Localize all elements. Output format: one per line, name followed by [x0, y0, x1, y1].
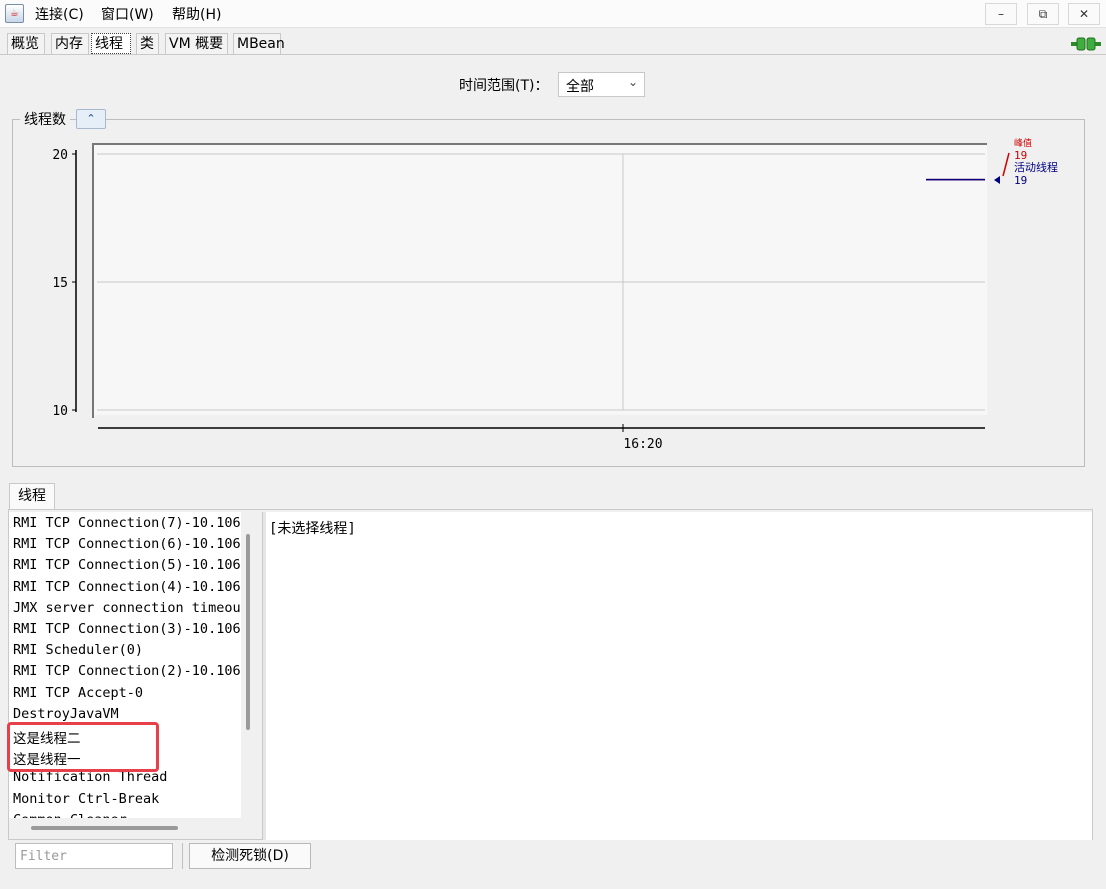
legend-live-pointer: [994, 176, 1000, 184]
thread-list[interactable]: RMI TCP Connection(7)-10.106. RMI TCP Con…: [9, 512, 241, 818]
legend-peak-pointer: [1002, 152, 1010, 177]
thread-list-item[interactable]: RMI TCP Connection(5)-10.106.: [13, 557, 241, 573]
toolbar-separator: [182, 843, 183, 869]
thread-list-item[interactable]: RMI TCP Accept-0: [13, 685, 143, 701]
threads-subtab[interactable]: 线程: [9, 483, 55, 509]
thread-list-hscrollbar[interactable]: [31, 826, 178, 830]
thread-list-item[interactable]: JMX server connection timeout: [13, 600, 241, 616]
detect-deadlock-button[interactable]: 检测死锁(D): [189, 843, 311, 869]
thread-detail-pane: [未选择线程]: [266, 512, 1092, 840]
thread-list-item[interactable]: Monitor Ctrl-Break: [13, 791, 159, 807]
thread-filter-input[interactable]: [15, 843, 173, 869]
thread-list-item[interactable]: RMI Scheduler(0): [13, 642, 143, 658]
highlight-annotation-box: [7, 722, 159, 772]
thread-list-item[interactable]: RMI TCP Connection(6)-10.106.: [13, 536, 241, 552]
chart-grid: [97, 153, 985, 411]
thread-list-item[interactable]: Common-Cleaner: [13, 812, 127, 818]
legend-live-label: 活动线程: [1014, 160, 1058, 174]
thread-list-vscrollbar[interactable]: [246, 534, 250, 730]
legend-peak-label: 峰值: [1014, 137, 1032, 149]
thread-list-item[interactable]: RMI TCP Connection(2)-10.106.: [13, 663, 241, 679]
y-tick-label: 10: [52, 404, 68, 419]
thread-list-item[interactable]: RMI TCP Connection(4)-10.106.: [13, 579, 241, 595]
no-thread-selected-text: [未选择线程]: [269, 521, 356, 537]
chart-marks: 10 15 20 16:20: [52, 148, 985, 452]
x-tick-label: 16:20: [623, 437, 662, 452]
y-tick-label: 15: [52, 276, 68, 291]
thread-list-item[interactable]: RMI TCP Connection(7)-10.106.: [13, 515, 241, 531]
thread-list-item[interactable]: RMI TCP Connection(3)-10.106.: [13, 621, 241, 637]
y-tick-label: 20: [52, 148, 68, 163]
legend-live-value: 19: [1014, 174, 1027, 187]
thread-list-item[interactable]: DestroyJavaVM: [13, 706, 119, 722]
